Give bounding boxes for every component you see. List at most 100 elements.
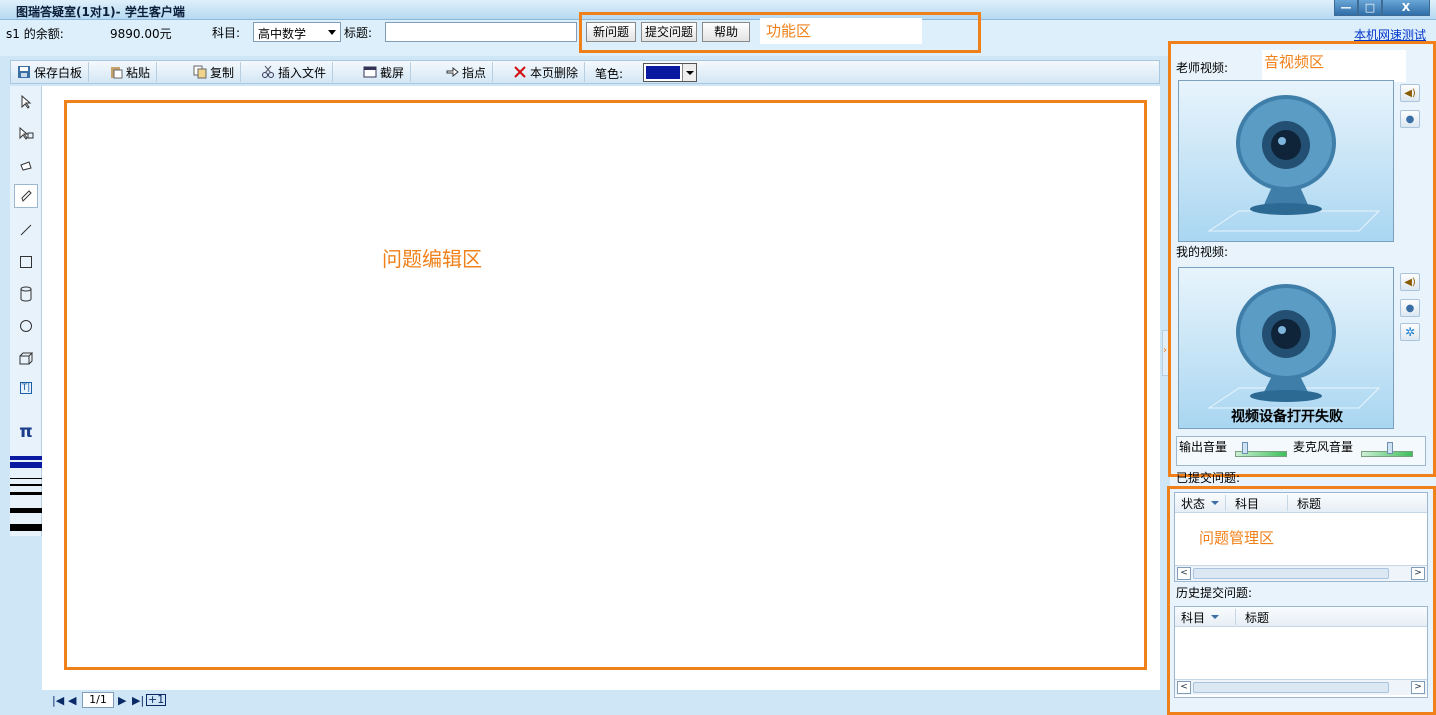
line-width-3[interactable] (10, 478, 42, 479)
editor-area-annotation: 问题编辑区 (382, 247, 482, 271)
speaker-icon: ◀) (1404, 87, 1416, 99)
scroll-thumb[interactable] (1193, 568, 1389, 579)
chevron-right-icon[interactable]: > (1411, 681, 1425, 694)
col-title[interactable]: 标题 (1245, 609, 1269, 626)
copy-label: 复制 (210, 65, 235, 80)
tool-palette: T| π (10, 86, 42, 536)
formula-tool[interactable]: π (14, 420, 38, 444)
col-status[interactable]: 状态 (1181, 495, 1205, 512)
horizontal-scrollbar[interactable]: < > (1175, 679, 1427, 695)
text-box-icon: T| (19, 382, 33, 394)
subject-value: 高中数学 (258, 27, 307, 41)
chevron-right-icon[interactable]: > (1411, 567, 1425, 580)
delete-page-button[interactable]: 本页删除 (507, 62, 586, 82)
ellipse-tool[interactable] (14, 314, 38, 338)
cylinder-icon (20, 286, 32, 302)
scissors-icon (261, 65, 275, 79)
my-snapshot-button[interactable]: ● (1400, 299, 1420, 317)
eraser-tool[interactable] (14, 154, 38, 178)
editor-area-box (64, 100, 1147, 670)
column-divider (1287, 495, 1288, 511)
page-number-input[interactable]: 1/1 (82, 692, 114, 708)
manage-area-annotation: 问题管理区 (1199, 529, 1275, 547)
line-tool[interactable] (14, 218, 38, 242)
prev-page-icon[interactable]: ◀ (68, 694, 76, 707)
column-divider (1225, 495, 1226, 511)
submitted-questions-table: 状态 科目 标题 问题管理区 < > (1174, 492, 1428, 582)
line-width-6[interactable] (10, 508, 42, 513)
line-width-4[interactable] (10, 484, 42, 486)
save-board-button[interactable]: 保存白板 (11, 62, 90, 82)
title-input[interactable] (385, 22, 577, 42)
add-page-icon[interactable]: +1 (146, 694, 167, 706)
minimize-button[interactable]: — (1334, 0, 1358, 16)
next-page-icon[interactable]: ▶ (118, 694, 126, 707)
select-region-icon (19, 127, 34, 140)
mic-volume-knob[interactable] (1386, 442, 1393, 454)
text-tool[interactable]: T| (14, 376, 38, 400)
subject-label: 科目: (212, 26, 241, 40)
scroll-thumb[interactable] (1193, 682, 1389, 693)
copy-button[interactable]: 复制 (187, 62, 242, 82)
rectangle-tool[interactable] (14, 250, 38, 274)
my-speaker-button[interactable]: ◀) (1400, 273, 1420, 291)
screenshot-button[interactable]: 截屏 (357, 62, 412, 82)
subject-select[interactable]: 高中数学 (253, 22, 341, 42)
chevron-down-icon[interactable] (1211, 501, 1219, 505)
maximize-button[interactable]: □ (1358, 0, 1382, 16)
insert-file-button[interactable]: 插入文件 (255, 62, 334, 82)
camera-icon: ● (1405, 302, 1415, 314)
cursor-arrow-icon (21, 95, 32, 109)
copy-icon (193, 65, 207, 79)
chevron-down-icon[interactable] (682, 64, 696, 81)
close-button[interactable]: X (1382, 0, 1430, 16)
video-error-text: 视频设备打开失败 (1231, 409, 1343, 425)
pen-tool[interactable] (14, 184, 38, 208)
first-page-icon[interactable]: |◀ (52, 694, 64, 707)
paste-label: 粘贴 (126, 65, 151, 80)
gear-icon: ✲ (1404, 325, 1416, 339)
multi-select-tool[interactable] (14, 122, 38, 146)
line-width-5[interactable] (10, 492, 42, 495)
delete-page-label: 本页删除 (530, 65, 579, 80)
point-label: 指点 (462, 65, 487, 80)
webcam-icon (1207, 284, 1381, 409)
chevron-right-icon: › (1163, 345, 1167, 356)
title-label: 标题: (344, 26, 373, 40)
submitted-questions-label: 已提交问题: (1176, 471, 1241, 485)
pen-color-picker[interactable] (643, 63, 697, 82)
output-volume-label: 输出音量 (1179, 440, 1228, 454)
pen-color-swatch (646, 66, 680, 79)
cylinder-tool[interactable] (14, 282, 38, 306)
chevron-left-icon[interactable]: < (1177, 567, 1191, 580)
video-settings-button[interactable]: ✲ (1400, 323, 1420, 341)
last-page-icon[interactable]: ▶| (132, 694, 144, 707)
line-width-2[interactable] (10, 462, 42, 468)
speaker-icon: ◀) (1404, 276, 1416, 288)
teacher-speaker-button[interactable]: ◀) (1400, 84, 1420, 102)
paste-icon (109, 65, 123, 79)
rectangle-icon (20, 256, 32, 268)
col-subject[interactable]: 科目 (1235, 495, 1259, 512)
line-width-7[interactable] (10, 524, 42, 531)
paste-button[interactable]: 粘贴 (103, 62, 158, 82)
chevron-left-icon[interactable]: < (1177, 681, 1191, 694)
cube-tool[interactable] (14, 346, 38, 370)
insert-file-label: 插入文件 (278, 65, 327, 80)
pointing-hand-icon (445, 65, 459, 79)
column-divider (1235, 609, 1236, 625)
line-width-1[interactable] (10, 456, 42, 460)
whiteboard-toolbar: 保存白板 粘贴 复制 插入文件 截屏 指点 本页删除 笔色: (10, 60, 1160, 84)
horizontal-scrollbar[interactable]: < > (1175, 565, 1427, 581)
balance-value: 9890.00元 (110, 27, 172, 41)
point-button[interactable]: 指点 (439, 62, 494, 82)
camera-icon: ● (1405, 113, 1415, 125)
col-title[interactable]: 标题 (1297, 495, 1321, 512)
select-tool[interactable] (14, 90, 38, 114)
teacher-video-frame (1178, 80, 1394, 242)
output-volume-knob[interactable] (1242, 442, 1249, 454)
col-subject[interactable]: 科目 (1181, 609, 1205, 626)
chevron-down-icon[interactable] (1211, 615, 1219, 619)
eraser-icon (20, 161, 32, 171)
teacher-snapshot-button[interactable]: ● (1400, 110, 1420, 128)
